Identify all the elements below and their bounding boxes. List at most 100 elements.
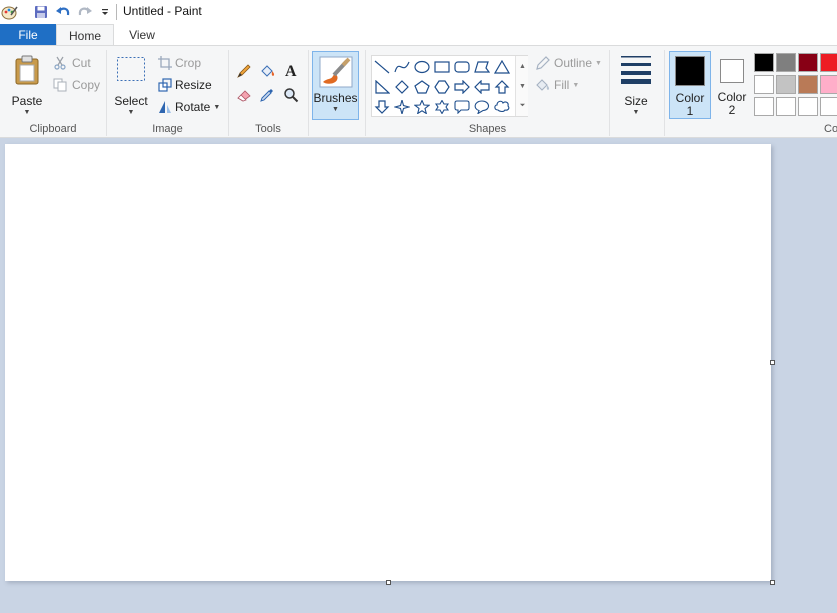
rotate-button[interactable]: Rotate ▼ <box>158 98 220 116</box>
undo-icon[interactable] <box>54 3 72 21</box>
right-arrow-shape-icon[interactable] <box>452 77 472 96</box>
color2-number: 2 <box>728 103 736 117</box>
fill-dropdown-icon: ▼ <box>572 81 580 89</box>
paste-button[interactable]: Paste ▼ <box>7 50 47 120</box>
image-group-label: Image <box>152 123 183 135</box>
color-picker-icon[interactable] <box>257 85 277 105</box>
brush-icon <box>318 55 354 89</box>
right-triangle-shape-icon[interactable] <box>372 77 392 96</box>
curve-shape-icon[interactable] <box>392 57 412 76</box>
outline-pen-icon <box>535 55 553 71</box>
select-dropdown-icon: ▼ <box>127 109 135 116</box>
color2-swatch <box>720 59 744 83</box>
shapes-expand-icon[interactable]: ⏷ <box>516 96 529 116</box>
triangle-shape-icon[interactable] <box>492 57 512 76</box>
palette-color-swatch[interactable] <box>754 53 774 72</box>
fill-button: Fill ▼ <box>535 76 579 94</box>
rounded-callout-shape-icon[interactable] <box>452 97 472 116</box>
shapes-scroll-down-icon[interactable]: ▼ <box>516 76 529 96</box>
window-title: Untitled - Paint <box>123 4 202 18</box>
colors-group-label: Co <box>824 123 837 135</box>
left-arrow-shape-icon[interactable] <box>472 77 492 96</box>
five-point-star-shape-icon[interactable] <box>412 97 432 116</box>
eraser-icon[interactable] <box>234 85 254 105</box>
four-point-star-shape-icon[interactable] <box>392 97 412 116</box>
resize-label: Resize <box>175 78 212 92</box>
six-point-star-shape-icon[interactable] <box>432 97 452 116</box>
select-button[interactable]: Select ▼ <box>112 50 150 120</box>
shapes-group-label: Shapes <box>468 123 507 135</box>
size-dropdown-icon: ▼ <box>632 109 640 116</box>
fill-icon <box>535 77 553 93</box>
cut-button: Cut <box>53 54 91 72</box>
hexagon-shape-icon[interactable] <box>432 77 452 96</box>
clipboard-group-label: Clipboard <box>29 123 77 135</box>
polygon-shape-icon[interactable] <box>472 57 492 76</box>
redo-icon <box>76 3 94 21</box>
brushes-label: Brushes <box>313 91 358 105</box>
color1-number: 1 <box>686 104 694 118</box>
save-icon[interactable] <box>32 3 50 21</box>
group-separator <box>664 50 665 136</box>
down-arrow-shape-icon[interactable] <box>372 97 392 116</box>
group-separator <box>609 50 610 136</box>
drawing-canvas[interactable] <box>5 144 771 581</box>
shapes-scroll-up-icon[interactable]: ▲ <box>516 56 529 76</box>
fill-bucket-icon[interactable] <box>257 61 277 81</box>
title-bar: Untitled - Paint <box>0 0 837 24</box>
palette-color-swatch[interactable] <box>798 97 818 116</box>
outline-label: Outline <box>554 56 593 70</box>
oval-callout-shape-icon[interactable] <box>472 97 492 116</box>
palette-color-swatch[interactable] <box>820 97 837 116</box>
line-shape-icon[interactable] <box>372 57 392 76</box>
diamond-shape-icon[interactable] <box>392 77 412 96</box>
up-arrow-shape-icon[interactable] <box>492 77 512 96</box>
magnifier-icon[interactable] <box>281 85 301 105</box>
pentagon-shape-icon[interactable] <box>412 77 432 96</box>
palette-color-swatch[interactable] <box>798 75 818 94</box>
palette-color-swatch[interactable] <box>754 97 774 116</box>
paste-label: Paste <box>11 94 43 108</box>
crop-icon <box>158 56 174 70</box>
palette-color-swatch[interactable] <box>820 53 837 72</box>
oval-shape-icon[interactable] <box>412 57 432 76</box>
tab-home[interactable]: Home <box>56 24 114 46</box>
palette-color-swatch[interactable] <box>776 97 796 116</box>
cloud-callout-shape-icon[interactable] <box>492 97 512 116</box>
rotate-icon <box>158 100 174 114</box>
brushes-dropdown-icon: ▼ <box>332 106 339 113</box>
title-separator <box>116 4 117 20</box>
customize-dropdown-icon[interactable] <box>96 3 114 21</box>
palette-color-swatch[interactable] <box>754 75 774 94</box>
pencil-icon[interactable] <box>234 61 254 81</box>
canvas-resize-handle-corner[interactable] <box>770 580 775 585</box>
canvas-resize-handle-bottom[interactable] <box>386 580 391 585</box>
tab-file[interactable]: File <box>0 24 56 46</box>
paste-dropdown-icon: ▼ <box>23 109 31 116</box>
resize-icon <box>158 78 174 92</box>
color2-label: Color <box>717 90 747 104</box>
brushes-button[interactable]: Brushes ▼ <box>312 51 359 120</box>
color1-button[interactable]: Color 1 <box>669 51 711 119</box>
tab-view[interactable]: View <box>114 24 170 46</box>
size-button[interactable]: Size ▼ <box>614 50 658 120</box>
crop-label: Crop <box>175 56 202 70</box>
scissors-icon <box>53 56 69 70</box>
color1-label: Color <box>675 91 705 105</box>
line-size-icon <box>619 54 653 84</box>
palette-color-swatch[interactable] <box>820 75 837 94</box>
palette-color-swatch[interactable] <box>776 53 796 72</box>
rounded-rectangle-shape-icon[interactable] <box>452 57 472 76</box>
fill-label: Fill <box>554 78 570 92</box>
palette-color-swatch[interactable] <box>776 75 796 94</box>
paint-app-icon[interactable] <box>0 3 18 21</box>
rectangle-shape-icon[interactable] <box>432 57 452 76</box>
shapes-scrollbar[interactable]: ▲ ▼ ⏷ <box>515 56 528 116</box>
outline-button: Outline ▼ <box>535 54 602 72</box>
color2-button[interactable]: Color 2 <box>711 51 753 119</box>
text-icon[interactable]: A <box>281 60 301 80</box>
canvas-resize-handle-right[interactable] <box>770 360 775 365</box>
resize-button[interactable]: Resize <box>158 76 212 94</box>
cut-label: Cut <box>72 56 91 70</box>
palette-color-swatch[interactable] <box>798 53 818 72</box>
